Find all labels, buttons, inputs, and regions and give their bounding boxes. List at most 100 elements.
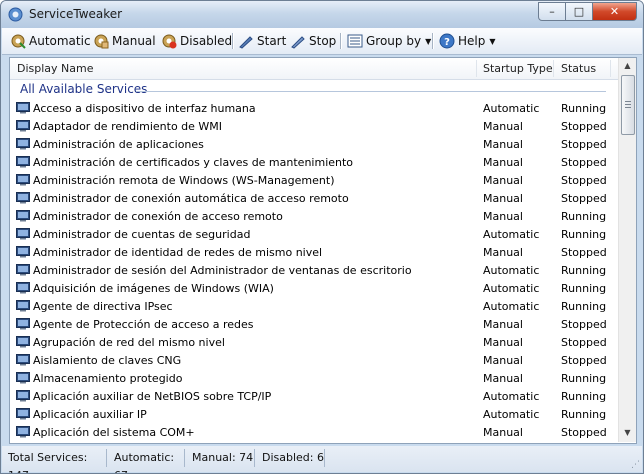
scroll-down-button[interactable]: ▼ xyxy=(620,425,635,441)
service-status: Stopped xyxy=(561,192,607,205)
service-row[interactable]: Almacenamiento protegido Manual Running xyxy=(10,370,618,388)
service-name: Administrador de identidad de redes de m… xyxy=(33,246,323,259)
service-row[interactable]: Aplicación auxiliar de NetBIOS sobre TCP… xyxy=(10,388,618,406)
column-divider[interactable] xyxy=(476,60,477,77)
service-name: Administración de aplicaciones xyxy=(33,138,204,151)
group-header[interactable]: All Available Services xyxy=(20,82,147,96)
help-button[interactable]: ? Help ▼ xyxy=(439,32,496,50)
group-by-label: Group by xyxy=(366,34,422,48)
minimize-button[interactable]: – xyxy=(538,2,566,21)
service-status: Stopped xyxy=(561,426,607,439)
close-icon: ✕ xyxy=(609,5,620,18)
service-icon xyxy=(16,354,30,366)
toolbar: Automatic Manual Disabled Start Stop Gro… xyxy=(2,28,642,55)
service-row[interactable]: Agrupación de red del mismo nivel Manual S… xyxy=(10,334,618,352)
scroll-thumb[interactable] xyxy=(621,75,635,135)
svg-text:?: ? xyxy=(444,37,450,48)
service-name: Almacenamiento protegido xyxy=(33,372,183,385)
service-startup-type: Manual xyxy=(483,156,523,169)
service-row[interactable]: Administración remota de Windows (WS-Man… xyxy=(10,172,618,190)
status-automatic: Automatic: 67 xyxy=(110,449,185,473)
service-row[interactable]: Aislamiento de claves CNG Manual Stopped xyxy=(10,352,618,370)
service-status: Running xyxy=(561,264,607,277)
service-row[interactable]: Administrador de conexión de acceso remo… xyxy=(10,208,618,226)
column-divider[interactable] xyxy=(610,60,611,77)
column-startup-type[interactable]: Startup Type xyxy=(483,58,553,79)
grip-icon xyxy=(625,104,631,105)
service-name: Administrador de cuentas de seguridad xyxy=(33,228,251,241)
service-row[interactable]: Agente de directiva IPsec Automatic Runnin… xyxy=(10,298,618,316)
service-startup-type: Manual xyxy=(483,120,523,133)
service-icon xyxy=(16,336,30,348)
service-icon xyxy=(16,426,30,438)
service-status: Stopped xyxy=(561,156,607,169)
service-icon xyxy=(16,264,30,276)
service-row[interactable]: Administrador de identidad de redes de m… xyxy=(10,244,618,262)
service-icon xyxy=(16,210,30,222)
maximize-button[interactable]: □ xyxy=(565,2,593,21)
close-button[interactable]: ✕ xyxy=(592,2,637,21)
service-row[interactable]: Aplicación del sistema COM+ Manual Stopped xyxy=(10,424,618,442)
help-icon: ? xyxy=(439,33,455,49)
toolbar-separator xyxy=(432,33,434,49)
service-status: Running xyxy=(561,282,607,295)
service-status: Stopped xyxy=(561,120,607,133)
service-name: Adquisición de imágenes de Windows (WIA) xyxy=(33,282,274,295)
service-row[interactable]: Adaptador de rendimiento de WMI Manual Sto… xyxy=(10,118,618,136)
set-automatic-button[interactable]: Automatic xyxy=(10,32,91,50)
status-bar: Total Services: 147 Automatic: 67 Manual… xyxy=(2,446,642,473)
service-row[interactable]: Aplicación auxiliar IP Automatic Running xyxy=(10,406,618,424)
service-row[interactable]: Administrador de cuentas de seguridad Aut… xyxy=(10,226,618,244)
toolbar-separator xyxy=(232,33,234,49)
service-name: Aislamiento de claves CNG xyxy=(33,354,182,367)
service-startup-type: Automatic xyxy=(483,228,540,241)
scroll-up-button[interactable]: ▲ xyxy=(620,58,635,74)
stop-button[interactable]: Stop xyxy=(290,32,336,50)
service-row[interactable]: Administración de certificados y claves … xyxy=(10,154,618,172)
column-display-name[interactable]: Display Name xyxy=(17,58,94,79)
service-startup-type: Automatic xyxy=(483,390,540,403)
service-startup-type: Automatic xyxy=(483,102,540,115)
resize-grip-icon[interactable]: ⋰ xyxy=(631,460,640,470)
group-divider xyxy=(136,91,606,92)
column-divider[interactable] xyxy=(553,60,554,77)
manual-label: Manual xyxy=(112,34,156,48)
arrow-up-icon: ▲ xyxy=(624,61,631,70)
service-status: Running xyxy=(561,408,607,421)
service-icon xyxy=(16,390,30,402)
start-label: Start xyxy=(257,34,287,48)
group-by-button[interactable]: Group by ▼ xyxy=(347,32,431,50)
vertical-scrollbar[interactable]: ▲ ▼ xyxy=(618,58,636,442)
group-icon xyxy=(347,34,363,48)
automatic-label: Automatic xyxy=(29,34,91,48)
minimize-icon: – xyxy=(549,5,555,18)
gear-automatic-icon xyxy=(11,34,26,49)
status-total: Total Services: 147 xyxy=(4,449,107,473)
set-disabled-button[interactable]: Disabled xyxy=(161,32,232,50)
column-status[interactable]: Status xyxy=(561,58,596,79)
disabled-label: Disabled xyxy=(180,34,233,48)
start-button[interactable]: Start xyxy=(238,32,286,50)
service-name: Administración de certificados y claves … xyxy=(33,156,354,169)
service-name: Administrador de conexión de acceso remo… xyxy=(33,210,283,223)
service-status: Stopped xyxy=(561,174,607,187)
service-name: Aplicación del sistema COM+ xyxy=(33,426,195,439)
arrow-down-icon: ▼ xyxy=(624,428,631,437)
maximize-icon: □ xyxy=(573,5,585,18)
status-disabled: Disabled: 6 xyxy=(258,449,325,467)
title-bar[interactable]: ServiceTweaker – □ ✕ xyxy=(1,1,643,28)
services-list[interactable]: Display Name Startup Type Status All Ava… xyxy=(9,57,637,444)
service-row[interactable]: Administrador de conexión automática de … xyxy=(10,190,618,208)
service-row[interactable]: Agente de Protección de acceso a redes Ma… xyxy=(10,316,618,334)
service-row[interactable]: Adquisición de imágenes de Windows (WIA)… xyxy=(10,280,618,298)
service-icon xyxy=(16,318,30,330)
service-row[interactable]: Acceso a dispositivo de interfaz humana A… xyxy=(10,100,618,118)
set-manual-button[interactable]: Manual xyxy=(93,32,156,50)
service-startup-type: Manual xyxy=(483,246,523,259)
service-status: Stopped xyxy=(561,246,607,259)
service-row[interactable]: Administrador de sesión del Administrado… xyxy=(10,262,618,280)
service-row[interactable]: Administración de aplicaciones Manual Stop… xyxy=(10,136,618,154)
service-startup-type: Manual xyxy=(483,354,523,367)
service-icon xyxy=(16,120,30,132)
service-icon xyxy=(16,228,30,240)
